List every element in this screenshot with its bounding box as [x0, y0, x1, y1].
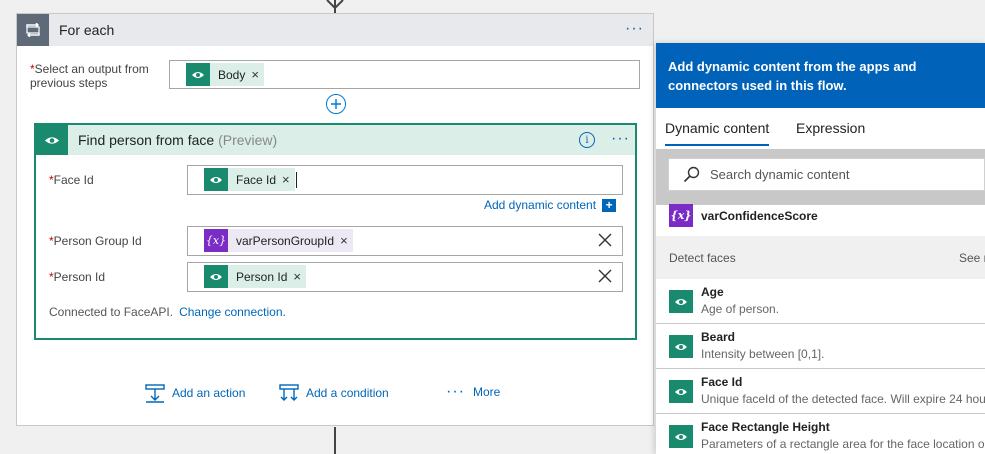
- list-item[interactable]: Beard Intensity between [0,1].: [656, 324, 985, 369]
- select-output-field[interactable]: Body ×: [169, 60, 640, 89]
- eye-icon: [204, 265, 228, 288]
- person-id-token[interactable]: Person Id ×: [204, 265, 306, 288]
- add-dynamic-content-link[interactable]: Add dynamic content +: [484, 198, 617, 212]
- eye-icon: [669, 290, 693, 313]
- body-token-label: Body: [218, 67, 246, 82]
- select-output-label: *Select an output from previous steps: [30, 62, 170, 90]
- item-desc: Age of person.: [701, 302, 780, 316]
- add-condition-label: Add a condition: [306, 386, 389, 400]
- insert-step-button[interactable]: [326, 94, 346, 114]
- person-group-id-field[interactable]: {x} varPersonGroupId ×: [187, 226, 623, 256]
- more-dots-icon: ···: [446, 383, 465, 400]
- eye-icon: [204, 168, 228, 191]
- info-icon[interactable]: i: [579, 132, 595, 148]
- for-each-title: For each: [59, 22, 115, 38]
- panel-header: Add dynamic content from the apps and co…: [656, 43, 985, 108]
- eye-icon: [669, 425, 693, 448]
- person-group-id-token-label: varPersonGroupId: [236, 233, 335, 248]
- add-condition-icon: [279, 384, 299, 401]
- list-item[interactable]: Face Id Unique faceId of the detected fa…: [656, 369, 985, 414]
- see-more-link[interactable]: See more: [959, 251, 985, 265]
- person-group-id-label: *Person Group Id: [49, 234, 142, 248]
- for-each-more-button[interactable]: ···: [625, 20, 644, 38]
- action-title: Find person from face (Preview): [78, 132, 277, 148]
- section-header-detect-faces: Detect faces See more: [656, 236, 985, 279]
- item-desc: Intensity between [0,1].: [701, 347, 825, 361]
- action-header[interactable]: Find person from face (Preview) i ···: [36, 125, 635, 155]
- more-label: More: [472, 385, 501, 399]
- item-title: Face Id: [701, 375, 743, 389]
- person-id-label: *Person Id: [49, 270, 106, 284]
- add-action-button[interactable]: Add an action: [145, 383, 245, 403]
- section-title: Detect faces: [669, 251, 736, 265]
- change-connection-link[interactable]: Change connection.: [179, 305, 286, 319]
- for-each-header[interactable]: For each ···: [17, 14, 653, 46]
- add-dynamic-plus-icon: +: [602, 198, 617, 212]
- search-icon: [683, 166, 700, 183]
- tab-dynamic-content[interactable]: Dynamic content: [665, 120, 770, 146]
- item-desc: Parameters of a rectangle area for the f…: [701, 437, 985, 451]
- tab-expression[interactable]: Expression: [796, 120, 865, 136]
- select-output-label-text: Select an output from previous steps: [30, 62, 149, 90]
- more-button[interactable]: ··· More: [446, 383, 500, 401]
- connected-text: Connected to FaceAPI.: [49, 305, 174, 319]
- arrow-down-icon: [326, 0, 344, 10]
- clear-field-icon[interactable]: [597, 268, 613, 284]
- for-each-container: For each ··· *Select an output from prev…: [16, 13, 654, 426]
- search-input[interactable]: Search dynamic content: [668, 158, 985, 191]
- body-token-remove-icon[interactable]: ×: [251, 67, 264, 82]
- item-desc: Unique faceId of the detected face. Will…: [701, 392, 985, 406]
- person-id-token-label: Person Id: [236, 269, 288, 284]
- variable-item-label: varConfidenceScore: [701, 208, 818, 223]
- add-action-icon: [145, 384, 165, 403]
- face-id-field[interactable]: Face Id ×: [187, 165, 623, 195]
- clear-field-icon[interactable]: [597, 232, 613, 248]
- connector-line-bottom: [334, 427, 336, 454]
- text-cursor: [296, 172, 297, 188]
- find-person-action-card: Find person from face (Preview) i ··· *F…: [34, 123, 637, 340]
- action-title-text: Find person from face: [78, 132, 215, 148]
- eye-icon: [36, 125, 68, 155]
- face-id-label: *Face Id: [49, 173, 94, 187]
- panel-tabs: Dynamic content Expression: [656, 108, 985, 149]
- person-id-field[interactable]: Person Id ×: [187, 262, 623, 292]
- variable-icon: {x}: [669, 204, 693, 227]
- add-condition-button[interactable]: Add a condition: [279, 383, 389, 403]
- item-title: Age: [701, 285, 724, 299]
- dynamic-content-panel: Add dynamic content from the apps and co…: [656, 43, 985, 454]
- search-placeholder: Search dynamic content: [710, 167, 850, 182]
- face-id-token-remove-icon[interactable]: ×: [282, 172, 295, 187]
- item-title: Face Rectangle Height: [701, 420, 830, 434]
- person-group-id-token[interactable]: {x} varPersonGroupId ×: [204, 229, 353, 252]
- item-title: Beard: [701, 330, 736, 344]
- eye-icon: [186, 63, 210, 86]
- connection-info: Connected to FaceAPI. Change connection.: [49, 305, 286, 319]
- loop-icon: [17, 14, 49, 46]
- person-id-token-remove-icon[interactable]: ×: [293, 269, 306, 284]
- eye-icon: [669, 380, 693, 403]
- action-preview-tag: (Preview): [218, 132, 278, 148]
- body-token[interactable]: Body ×: [186, 63, 264, 86]
- list-item[interactable]: Age Age of person.: [656, 279, 985, 324]
- action-more-button[interactable]: ···: [611, 130, 630, 148]
- face-id-token-label: Face Id: [236, 172, 277, 187]
- add-action-label: Add an action: [172, 386, 246, 400]
- person-group-id-token-remove-icon[interactable]: ×: [340, 233, 353, 248]
- variable-icon: {x}: [204, 229, 228, 252]
- list-item[interactable]: Face Rectangle Height Parameters of a re…: [656, 414, 985, 454]
- eye-icon: [669, 335, 693, 358]
- add-dynamic-content-label: Add dynamic content: [484, 198, 597, 212]
- variable-item[interactable]: {x} varConfidenceScore: [669, 204, 818, 227]
- face-id-token[interactable]: Face Id ×: [204, 168, 295, 191]
